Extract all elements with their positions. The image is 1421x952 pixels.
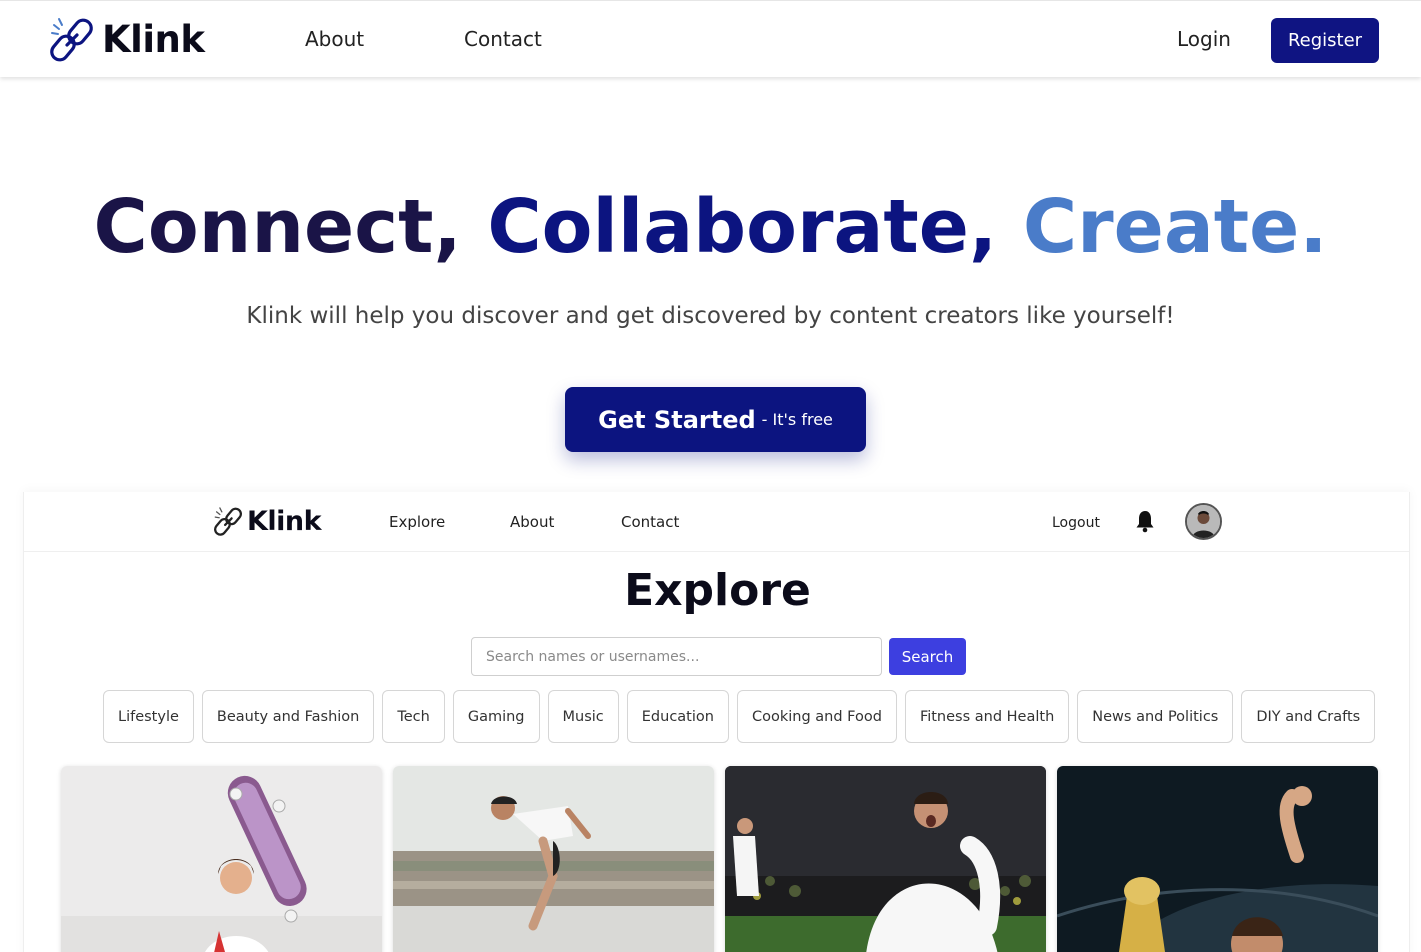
category-filters: Lifestyle Beauty and Fashion Tech Gaming… [103, 690, 1376, 743]
category-education[interactable]: Education [626, 690, 729, 743]
preview-nav-explore[interactable]: Explore [389, 513, 445, 531]
register-button[interactable]: Register [1271, 18, 1379, 63]
creator-cards [61, 766, 1378, 952]
user-avatar[interactable] [1185, 503, 1222, 540]
category-fitness-health[interactable]: Fitness and Health [904, 690, 1070, 743]
hero-title: Connect, Collaborate, Create. [0, 182, 1421, 272]
category-news-politics[interactable]: News and Politics [1077, 690, 1234, 743]
logout-link[interactable]: Logout [1052, 515, 1100, 531]
category-tech[interactable]: Tech [382, 690, 445, 743]
chain-link-icon [50, 18, 93, 62]
chain-link-icon [214, 507, 243, 536]
category-gaming[interactable]: Gaming [452, 690, 540, 743]
category-diy-crafts[interactable]: DIY and Crafts [1241, 690, 1376, 743]
creator-photo [1057, 766, 1378, 952]
preview-navbar: Klink Explore About Contact Logout [24, 492, 1409, 552]
preview-nav-contact[interactable]: Contact [621, 513, 679, 531]
top-navbar: Klink About Contact Login Register [0, 0, 1421, 77]
creator-card[interactable] [393, 766, 714, 952]
category-cooking-food[interactable]: Cooking and Food [736, 690, 897, 743]
nav-about-link[interactable]: About [305, 27, 364, 51]
creator-photo [725, 766, 1046, 952]
search-button[interactable]: Search [889, 638, 966, 675]
nav-contact-link[interactable]: Contact [464, 27, 542, 51]
preview-brand-logo[interactable]: Klink [214, 504, 322, 538]
creator-card[interactable] [1057, 766, 1378, 952]
get-started-label: Get Started [598, 405, 756, 434]
explore-title: Explore [624, 565, 811, 616]
hero-subtitle: Klink will help you discover and get dis… [246, 303, 1175, 329]
login-link[interactable]: Login [1177, 27, 1231, 51]
hero-word-connect: Connect, [93, 184, 462, 270]
hero-word-create: Create. [1022, 184, 1328, 270]
bell-icon[interactable] [1134, 509, 1156, 533]
hero-word-collaborate: Collaborate, [487, 184, 998, 270]
free-label: - It's free [761, 410, 833, 429]
get-started-button[interactable]: Get Started - It's free [565, 387, 866, 452]
category-music[interactable]: Music [547, 690, 619, 743]
preview-brand-name: Klink [247, 505, 322, 537]
creator-card[interactable] [725, 766, 1046, 952]
creator-card[interactable] [61, 766, 382, 952]
creator-photo [393, 766, 714, 952]
brand-logo[interactable]: Klink [50, 15, 205, 63]
app-preview: Klink Explore About Contact Logout Explo… [23, 492, 1410, 952]
preview-nav-about[interactable]: About [510, 513, 554, 531]
creator-photo [61, 766, 382, 952]
brand-name: Klink [102, 17, 205, 61]
category-beauty-fashion[interactable]: Beauty and Fashion [201, 690, 375, 743]
category-lifestyle[interactable]: Lifestyle [103, 690, 194, 743]
search-input[interactable] [471, 637, 882, 676]
